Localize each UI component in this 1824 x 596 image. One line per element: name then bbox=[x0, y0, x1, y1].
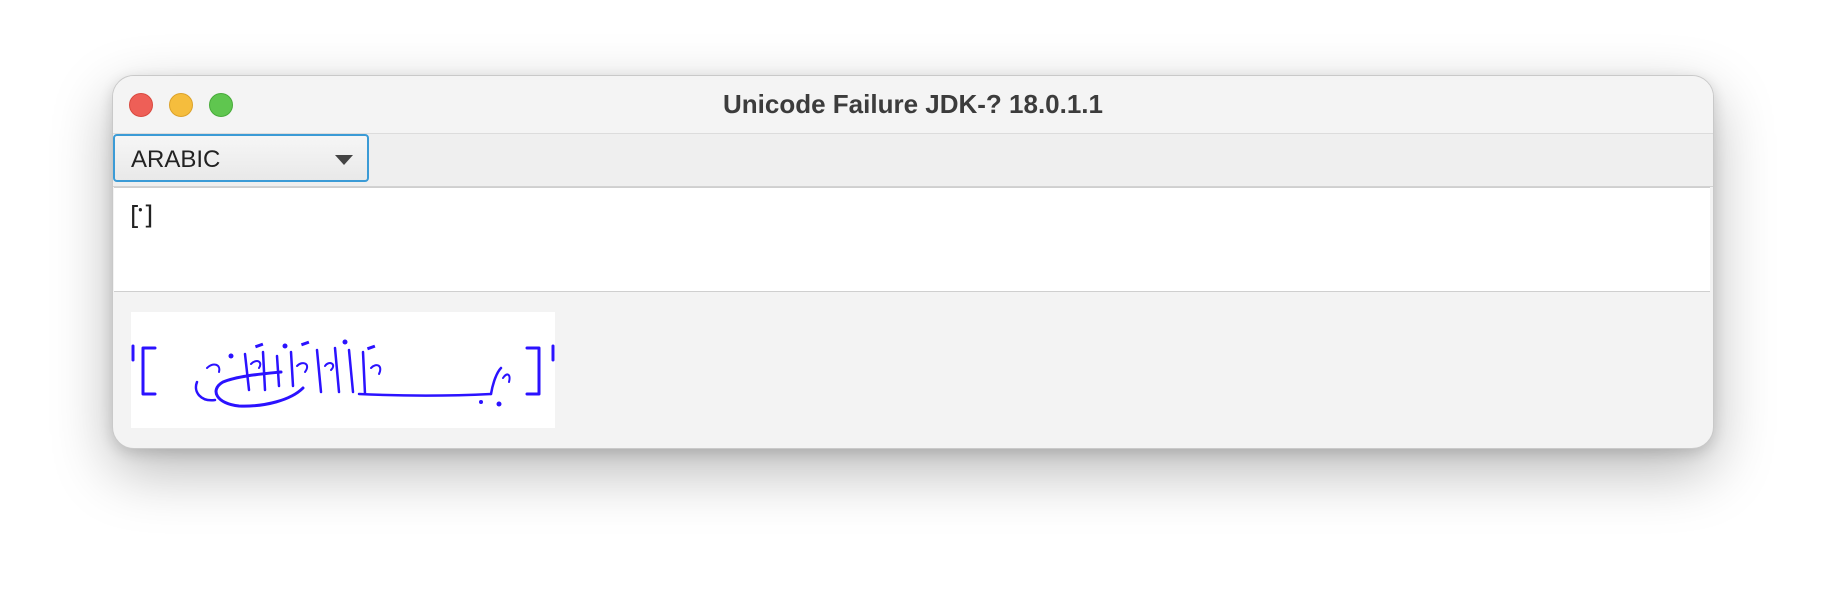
text-area[interactable]: [𑀀] bbox=[114, 187, 1710, 292]
calligraphy-image bbox=[131, 339, 555, 408]
close-bracket bbox=[525, 346, 541, 396]
text-area-content: [𑀀] bbox=[130, 201, 154, 231]
toolbar: ARABIC bbox=[113, 134, 1713, 187]
script-selector-value: ARABIC bbox=[131, 146, 221, 173]
app-window: Unicode Failure JDK-? 18.0.1.1 ARABIC [𑀀… bbox=[112, 75, 1714, 449]
script-selector-dropdown[interactable]: ARABIC bbox=[113, 134, 369, 182]
chevron-down-icon bbox=[335, 155, 353, 165]
rendered-image-panel bbox=[131, 312, 555, 428]
title-bar[interactable]: Unicode Failure JDK-? 18.0.1.1 bbox=[113, 76, 1713, 134]
window-title: Unicode Failure JDK-? 18.0.1.1 bbox=[722, 89, 1103, 119]
open-bracket bbox=[141, 346, 157, 396]
